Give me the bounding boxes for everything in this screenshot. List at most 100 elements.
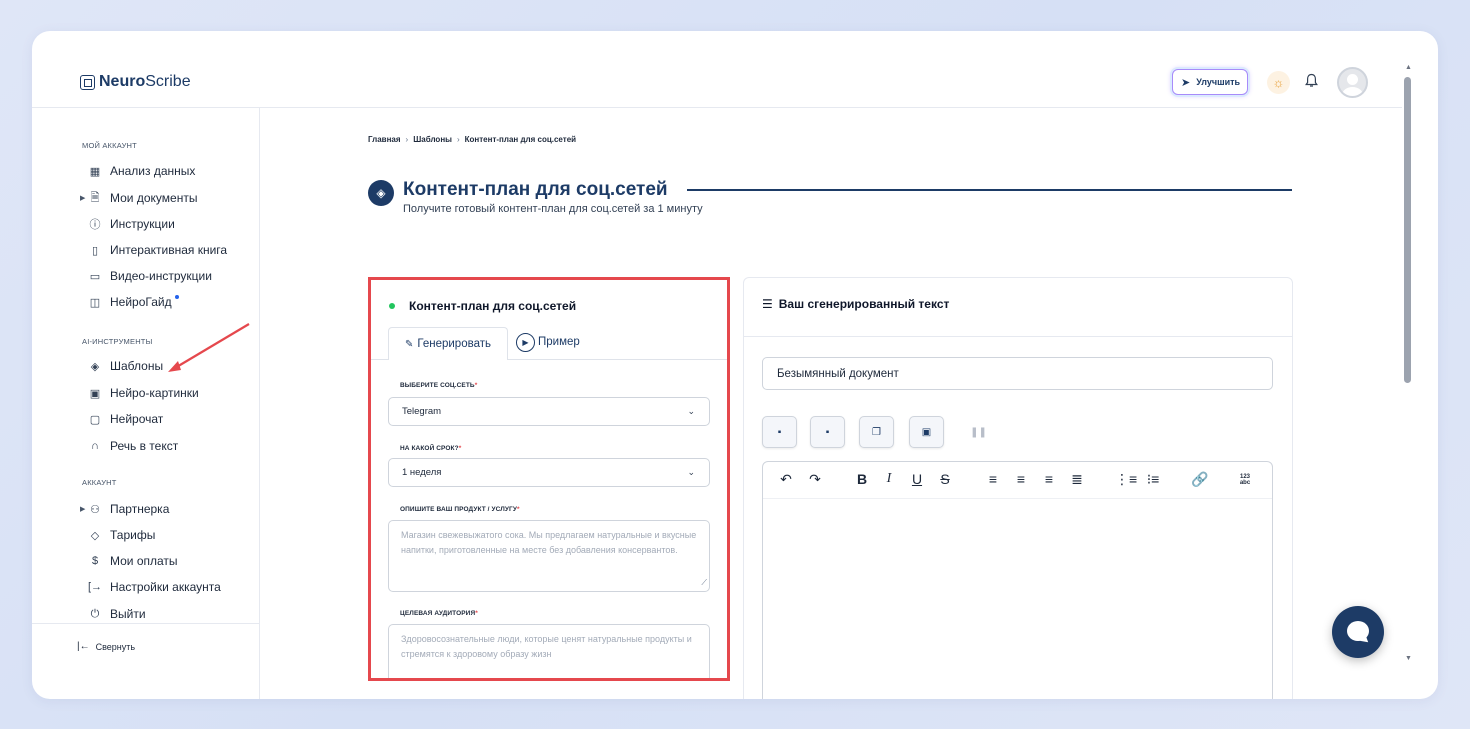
power-icon: ⏻	[90, 607, 100, 620]
login-icon: [→	[88, 581, 103, 593]
sidebar-item-account-settings[interactable]: [→ Настройки аккаунта	[88, 577, 221, 597]
sidebar-item-instructions[interactable]: ⓘ Инструкции	[88, 214, 175, 234]
resize-handle-icon[interactable]: ⟋	[701, 575, 707, 590]
help-circle-icon: ⓘ	[89, 219, 101, 231]
redo-icon[interactable]: ↷	[806, 471, 824, 488]
result-card-title: Ваш сгенерированный текст	[778, 297, 950, 311]
align-center-icon[interactable]: ≡	[1012, 471, 1030, 487]
word-count-icon[interactable]: 123 abc	[1236, 474, 1254, 486]
result-divider	[744, 336, 1292, 337]
period-select[interactable]: 1 неделя ⌄	[388, 458, 710, 487]
play-circle-icon: ▶	[516, 332, 535, 352]
align-right-icon[interactable]: ≡	[1040, 471, 1058, 487]
tab-generate[interactable]: ✎ Генерировать	[388, 327, 508, 360]
sidebar-item-video-instructions[interactable]: ▭ Видео-инструкции	[88, 266, 212, 286]
theme-toggle-sun-icon[interactable]: ☼	[1267, 71, 1290, 94]
video-icon: ▭	[89, 270, 101, 283]
sidebar-item-partner[interactable]: ▶ ⚇ Партнерка	[80, 499, 170, 519]
align-left-icon[interactable]: ≡	[984, 471, 1002, 487]
product-placeholder: Магазин свежевыжатого сока. Мы предлагае…	[401, 530, 697, 555]
undo-icon[interactable]: ↶	[777, 471, 795, 488]
logo-icon	[80, 74, 95, 90]
pause-button[interactable]: ❚❚	[961, 416, 996, 448]
document-name-value: Безымянный документ	[777, 367, 899, 380]
period-label: НА КАКОЙ СРОК?*	[400, 445, 462, 452]
document-name-input[interactable]: Безымянный документ	[762, 357, 1273, 390]
sidebar-item-templates[interactable]: ◈ Шаблоны	[88, 356, 163, 376]
file-text-icon: ▪	[825, 426, 830, 438]
chat-icon: ▢	[89, 413, 101, 426]
social-network-select[interactable]: Telegram ⌄	[388, 397, 710, 426]
logo[interactable]: Neuro Scribe	[80, 73, 191, 91]
copy-icon: ❐	[872, 426, 881, 438]
sidebar-item-label: Речь в текст	[110, 439, 179, 453]
sidebar-item-my-payments[interactable]: $ Мои оплаты	[88, 551, 178, 571]
sidebar-item-interactive-book[interactable]: ▯ Интерактивная книга	[88, 240, 227, 260]
sidebar-item-label: Мои оплаты	[110, 554, 178, 568]
section-title-ai-tools: AI-ИНСТРУМЕНТЫ	[82, 337, 153, 346]
rich-text-editor[interactable]: ↶ ↷ B I U S ≡ ≡ ≡ ≣ ⋮≡ ⁝≡ 🔗 123 abc	[762, 461, 1273, 699]
underline-icon[interactable]: U	[908, 471, 926, 487]
scrollbar-thumb[interactable]	[1404, 77, 1411, 383]
upgrade-label: Улучшить	[1196, 77, 1241, 87]
save-button[interactable]: ▣	[909, 416, 944, 448]
sidebar-divider	[32, 623, 260, 624]
section-title-account: АККАУНТ	[82, 478, 117, 487]
avatar[interactable]	[1337, 67, 1368, 98]
align-justify-icon[interactable]: ≣	[1068, 471, 1086, 488]
breadcrumb-separator: ›	[405, 135, 409, 144]
status-dot	[389, 303, 395, 309]
collapse-sidebar-button[interactable]: |← Свернуть	[77, 641, 135, 652]
bold-icon[interactable]: B	[853, 471, 871, 487]
dollar-icon: $	[91, 555, 99, 567]
tab-generate-label: Генерировать	[417, 338, 491, 350]
scroll-up-icon[interactable]: ▲	[1405, 64, 1412, 71]
ordered-list-icon[interactable]: ⋮≡	[1115, 471, 1137, 488]
breadcrumb-separator: ›	[456, 135, 460, 144]
bullet-list-icon[interactable]: ⁝≡	[1144, 471, 1162, 488]
collapse-label: Свернуть	[95, 641, 136, 652]
export-pdf-button[interactable]: ▪	[810, 416, 845, 448]
upgrade-button[interactable]: ➤ Улучшить	[1172, 69, 1249, 95]
sidebar-item-speech-to-text[interactable]: ∩ Речь в текст	[88, 436, 178, 456]
sidebar-item-tariffs[interactable]: ◇ Тарифы	[88, 525, 156, 545]
title-divider	[687, 189, 1292, 191]
sidebar-item-label: Нейро-картинки	[110, 386, 199, 400]
file-icon: ▪	[777, 426, 782, 438]
sidebar-item-neuroguide[interactable]: ◫ НейроГайд	[88, 292, 179, 312]
breadcrumb-home[interactable]: Главная	[368, 135, 401, 144]
sidebar-item-logout[interactable]: ⏻ Выйти	[88, 604, 146, 624]
sidebar-item-my-documents[interactable]: ▶ 🗎 Мои документы	[80, 188, 197, 208]
scroll-down-icon[interactable]: ▼	[1405, 655, 1412, 662]
sidebar-item-neuro-images[interactable]: ▣ Нейро-картинки	[88, 383, 199, 403]
sidebar-item-label: Партнерка	[110, 502, 170, 516]
bell-icon[interactable]	[1305, 73, 1318, 91]
link-icon[interactable]: 🔗	[1191, 471, 1209, 488]
text-align-icon: ☰	[762, 297, 773, 311]
pencil-icon: ✎	[405, 338, 414, 350]
strikethrough-icon[interactable]: S	[936, 471, 954, 487]
rocket-icon: ➤	[1181, 76, 1191, 89]
book-icon: ▯	[91, 244, 99, 257]
chevron-down-icon: ⌄	[687, 467, 695, 477]
save-icon: ▣	[921, 426, 932, 438]
audience-textarea[interactable]: Здоровосознательные люди, которые ценят …	[388, 624, 710, 678]
support-chat-button[interactable]	[1332, 606, 1384, 658]
sidebar-item-label: Тарифы	[110, 528, 156, 542]
sidebar-item-data-analysis[interactable]: ▦ Анализ данных	[88, 161, 196, 181]
breadcrumb-templates[interactable]: Шаблоны	[413, 135, 452, 144]
copy-button[interactable]: ❐	[859, 416, 894, 448]
grid-icon: ▦	[89, 165, 101, 178]
sidebar-item-neurochat[interactable]: ▢ Нейрочат	[88, 409, 164, 429]
chevron-down-icon: ⌄	[687, 406, 695, 416]
page-title: Контент-план для соц.сетей	[403, 179, 668, 200]
export-docx-button[interactable]: ▪	[762, 416, 797, 448]
form-card-title: Контент-план для соц.сетей	[409, 299, 577, 313]
layers-title-icon: ◈	[368, 180, 394, 206]
audience-placeholder: Здоровосознательные люди, которые ценят …	[401, 634, 692, 659]
page-scrollbar[interactable]: ▲ ▼	[1402, 61, 1416, 671]
tab-example[interactable]: ▶ Пример	[516, 330, 580, 354]
italic-icon[interactable]: I	[880, 471, 898, 487]
caret-right-icon: ▶	[80, 506, 86, 513]
product-textarea[interactable]: Магазин свежевыжатого сока. Мы предлагае…	[388, 520, 710, 592]
